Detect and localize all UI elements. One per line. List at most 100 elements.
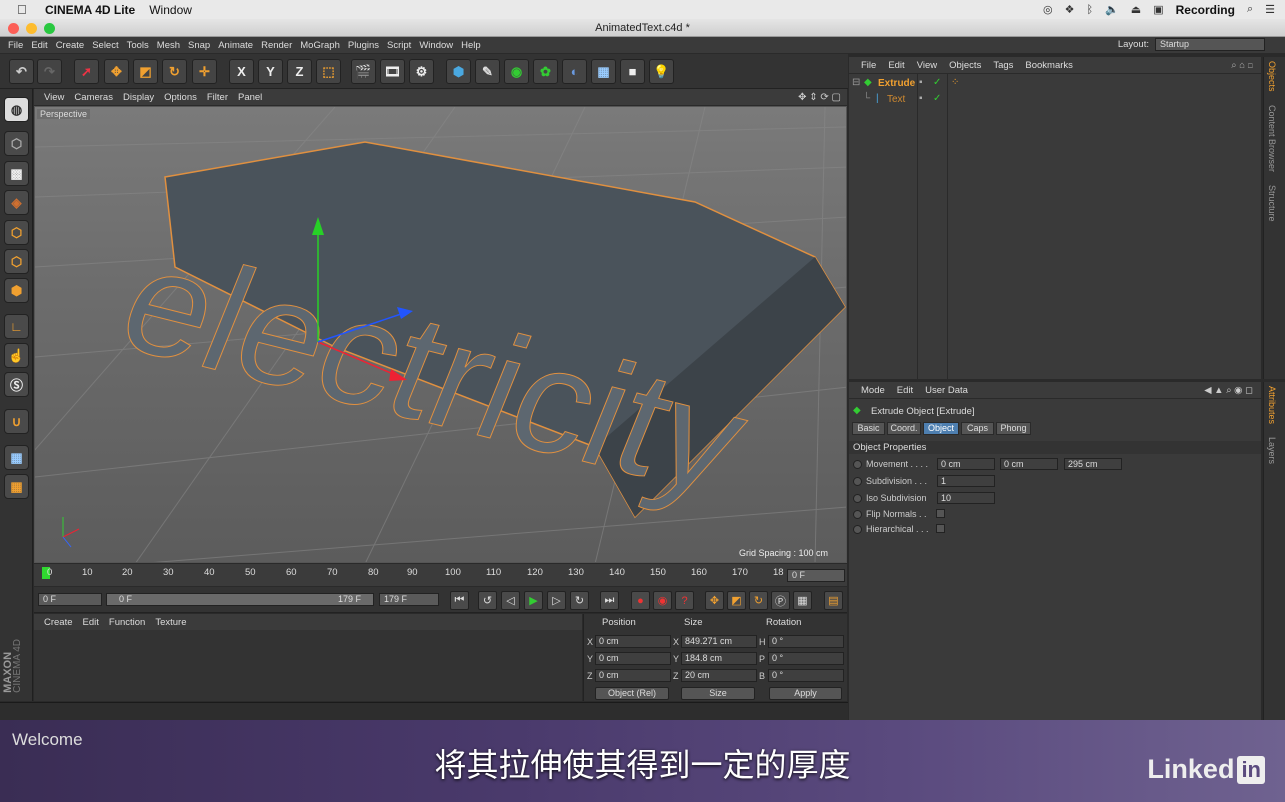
magnet-icon[interactable]: ∪ — [4, 409, 29, 434]
animate-radio[interactable] — [853, 459, 862, 469]
search-icon[interactable]: ⌕ — [1247, 3, 1253, 16]
scale-tool-icon[interactable]: ◩ — [133, 59, 158, 84]
material-menu-create[interactable]: Create — [44, 617, 73, 628]
object-row-extrude[interactable]: ⊟ ◆ Extrude ▪ ✓ ⁘ — [849, 77, 1261, 91]
collapse-icon[interactable]: ⊟ — [852, 77, 860, 88]
texture-mode-icon[interactable]: ▩ — [4, 161, 29, 186]
menu-help[interactable]: Help — [461, 40, 481, 51]
objects-list[interactable]: ⊟ ◆ Extrude ▪ ✓ ⁘ └ | Text ▪ ✓ — [849, 74, 1261, 379]
list-icon[interactable]: ☰ — [1265, 3, 1275, 16]
keyframe-selection-icon[interactable]: ? — [675, 591, 694, 610]
material-manager-area[interactable] — [34, 630, 582, 701]
attributes-menu-edit[interactable]: Edit — [897, 385, 913, 396]
animate-radio[interactable] — [853, 509, 862, 519]
floor-icon[interactable]: ▦ — [591, 59, 616, 84]
attributes-nav-icons[interactable]: ◀ ▲ ⌕ ◉ ◻ — [1204, 385, 1253, 396]
objects-menu-file[interactable]: File — [861, 60, 876, 71]
menu-file[interactable]: File — [8, 40, 23, 51]
deformer-icon[interactable]: ◐ — [562, 59, 587, 84]
timeline-ruler[interactable]: 0 10 20 30 40 50 60 70 80 90 100 110 120… — [34, 564, 847, 586]
flip-normals-checkbox[interactable] — [936, 509, 945, 518]
window-menu[interactable]: Window — [149, 3, 192, 17]
material-menu-edit[interactable]: Edit — [83, 617, 99, 628]
attributes-menu-user-data[interactable]: User Data — [925, 385, 968, 396]
autokeying-icon[interactable]: ◉ — [653, 591, 672, 610]
model-mode-icon[interactable]: ⬡ — [4, 131, 29, 156]
visibility-icon[interactable]: ▪ — [919, 77, 923, 88]
menu-window[interactable]: Window — [419, 40, 453, 51]
position-z-field[interactable]: 0 cm — [595, 669, 671, 682]
menu-mesh[interactable]: Mesh — [157, 40, 180, 51]
points-mode-icon[interactable]: ⬡ — [4, 220, 29, 245]
bluetooth-icon[interactable]: ᛒ — [1086, 4, 1093, 16]
camera-icon[interactable]: ■ — [620, 59, 645, 84]
previous-key-icon[interactable]: ↺ — [478, 591, 497, 610]
subdivision-field[interactable]: 1 — [937, 475, 995, 487]
make-editable-icon[interactable]: ◍ — [4, 97, 29, 122]
end-frame-field[interactable]: 179 F — [379, 593, 439, 606]
key-scale-icon[interactable]: ◩ — [727, 591, 746, 610]
object-row-text[interactable]: └ | Text ▪ ✓ — [849, 93, 1261, 107]
play-icon[interactable]: ▶ — [524, 591, 543, 610]
previous-frame-icon[interactable]: ◁ — [501, 591, 520, 610]
size-z-field[interactable]: 20 cm — [681, 669, 757, 682]
perspective-viewport[interactable]: electricity Perspective Grid Spacing : 1… — [34, 106, 847, 563]
creative-cloud-icon[interactable]: ◎ — [1043, 3, 1053, 16]
menu-tools[interactable]: Tools — [127, 40, 149, 51]
animate-radio[interactable] — [853, 493, 862, 503]
position-y-field[interactable]: 0 cm — [595, 652, 671, 665]
object-name-extrude[interactable]: Extrude — [878, 78, 915, 89]
key-rotation-icon[interactable]: ↻ — [749, 591, 768, 610]
side-tab-objects[interactable]: Objects — [1267, 61, 1277, 92]
apple-icon[interactable]:  — [17, 2, 33, 17]
viewport-menu-panel[interactable]: Panel — [238, 92, 262, 103]
side-tab-attributes[interactable]: Attributes — [1267, 386, 1277, 424]
objects-menu-bookmarks[interactable]: Bookmarks — [1025, 60, 1073, 71]
menu-mograph[interactable]: MoGraph — [300, 40, 340, 51]
material-menu-texture[interactable]: Texture — [155, 617, 186, 628]
redo-icon[interactable]: ↷ — [37, 59, 62, 84]
cloner-icon[interactable]: ✿ — [533, 59, 558, 84]
objects-menu-tags[interactable]: Tags — [993, 60, 1013, 71]
move-tool-icon[interactable]: ✥ — [104, 59, 129, 84]
rotation-p-field[interactable]: 0 ° — [768, 652, 844, 665]
animate-radio[interactable] — [853, 524, 862, 534]
app-menu[interactable]: CINEMA 4D Lite — [45, 3, 135, 17]
movement-x-field[interactable]: 0 cm — [937, 458, 995, 470]
go-to-end-icon[interactable]: ⏭ — [600, 591, 619, 610]
undo-icon[interactable]: ↶ — [9, 59, 34, 84]
menu-animate[interactable]: Animate — [218, 40, 253, 51]
menu-select[interactable]: Select — [92, 40, 118, 51]
next-key-icon[interactable]: ↻ — [570, 591, 589, 610]
size-y-field[interactable]: 184.8 cm — [681, 652, 757, 665]
select-tool-icon[interactable]: ➚ — [74, 59, 99, 84]
viewport-label[interactable]: Perspective — [37, 109, 91, 119]
objects-menu-view[interactable]: View — [917, 60, 937, 71]
rotate-tool-icon[interactable]: ↻ — [162, 59, 187, 84]
transform-tool-icon[interactable]: ✛ — [192, 59, 217, 84]
side-tab-structure[interactable]: Structure — [1267, 185, 1277, 222]
scene-canvas[interactable]: electricity — [35, 107, 847, 563]
hierarchical-checkbox[interactable] — [936, 524, 945, 533]
key-position-icon[interactable]: ✥ — [705, 591, 724, 610]
viewport-menu-view[interactable]: View — [44, 92, 64, 103]
next-frame-icon[interactable]: ▷ — [547, 591, 566, 610]
tab-coord[interactable]: Coord. — [887, 422, 921, 435]
movement-z-field[interactable]: 295 cm — [1064, 458, 1122, 470]
size-x-field[interactable]: 849.271 cm — [681, 635, 757, 648]
y-axis-lock-button[interactable]: Y — [258, 59, 283, 84]
tweak-mode-icon[interactable]: ☝ — [4, 343, 29, 368]
viewport-menu-options[interactable]: Options — [164, 92, 197, 103]
go-to-start-icon[interactable]: ⏮ — [450, 591, 469, 610]
polygons-mode-icon[interactable]: ⬢ — [4, 278, 29, 303]
display-icon[interactable]: ▣ — [1153, 3, 1163, 16]
edges-mode-icon[interactable]: ⬡ — [4, 249, 29, 274]
tab-phong[interactable]: Phong — [996, 422, 1031, 435]
size-mode-dropdown[interactable]: Size — [681, 687, 755, 700]
planar-workplane-icon[interactable]: ▦ — [4, 474, 29, 499]
layout-dropdown[interactable]: Startup — [1155, 38, 1265, 51]
viewport-nav-icons[interactable]: ✥ ⇕ ⟳ ▢ — [798, 92, 841, 103]
z-axis-lock-button[interactable]: Z — [287, 59, 312, 84]
position-x-field[interactable]: 0 cm — [595, 635, 671, 648]
coordinate-system-icon[interactable]: ⬚ — [316, 59, 341, 84]
